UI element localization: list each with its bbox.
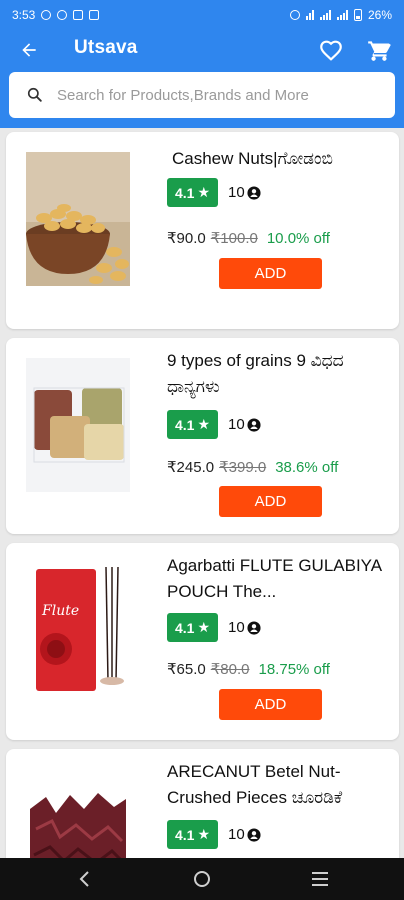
nav-home-icon[interactable] (192, 869, 212, 889)
image-brand-text: Flute (41, 603, 79, 619)
nav-recents-icon[interactable] (310, 870, 330, 888)
signal-icon-2 (336, 10, 348, 20)
rating-row: 4.1 ★ 10 (167, 613, 261, 642)
search-area (0, 70, 404, 128)
review-count: 10 (228, 416, 261, 433)
product-card[interactable]: ARECANUT Betel Nut- Crushed Pieces ಚೂರಡಿ… (6, 749, 399, 858)
price-row: ₹245.0 ₹399.0 38.6% off (167, 458, 338, 476)
product-card[interactable]: 9 types of grains 9 ವಿಧದ ಧಾನ್ಯಗಳು 4.1 ★ 1… (6, 338, 399, 534)
app-title: Utsava (74, 37, 138, 58)
nav-back-icon[interactable] (75, 869, 95, 889)
review-count: 10 (228, 619, 261, 636)
search-input[interactable] (57, 86, 357, 104)
message-icon (89, 10, 100, 20)
signal-icon (319, 10, 331, 20)
product-image-cashew[interactable] (26, 152, 130, 286)
price-row: ₹90.0 ₹100.0 10.0% off (167, 229, 330, 247)
wifi-icon (305, 10, 314, 20)
user-icon (247, 185, 261, 200)
rating-row: 4.1 ★ 10 (167, 820, 261, 849)
back-arrow-icon[interactable] (14, 36, 44, 64)
discount: 18.75% off (258, 661, 330, 678)
review-count: 10 (228, 826, 261, 843)
star-icon: ★ (197, 826, 211, 842)
price: ₹65.0 (167, 661, 206, 678)
heart-icon[interactable] (318, 37, 344, 63)
product-image-grains[interactable] (26, 358, 130, 492)
add-button[interactable]: ADD (219, 486, 322, 517)
status-bar: 3:53 26% (0, 0, 404, 30)
rating-badge: 4.1 ★ (167, 410, 218, 439)
discount: 38.6% off (275, 459, 339, 476)
rating-badge: 4.1 ★ (167, 613, 218, 642)
cart-icon[interactable] (366, 37, 392, 63)
add-button[interactable]: ADD (219, 689, 322, 720)
product-card[interactable]: Cashew Nuts|ಗೋಡಂಬಿ 4.1 ★ 10 ₹90.0 ₹100.0 … (6, 132, 399, 329)
original-price: ₹80.0 (210, 661, 250, 678)
product-name[interactable]: Cashew Nuts|ಗೋಡಂಬಿ (172, 146, 397, 172)
original-price: ₹399.0 (219, 459, 267, 476)
app-bar: Utsava (0, 30, 404, 70)
product-name[interactable]: 9 types of grains 9 ವಿಧದ ಧಾನ್ಯಗಳು (167, 348, 392, 400)
user-icon (247, 827, 261, 842)
review-count: 10 (228, 184, 261, 201)
discount: 10.0% off (266, 230, 330, 247)
product-list: Cashew Nuts|ಗೋಡಂಬಿ 4.1 ★ 10 ₹90.0 ₹100.0 … (0, 128, 404, 858)
star-icon: ★ (197, 184, 211, 200)
price: ₹245.0 (167, 459, 215, 476)
star-icon: ★ (197, 416, 211, 432)
price-row: ₹65.0 ₹80.0 18.75% off (167, 660, 330, 678)
rating-badge: 4.1 ★ (167, 178, 218, 207)
search-bar[interactable] (9, 72, 395, 118)
rating-row: 4.1 ★ 10 (167, 410, 261, 439)
linkedin-icon (73, 10, 84, 20)
system-nav-bar (0, 858, 404, 900)
product-name[interactable]: Agarbatti FLUTE GULABIYA POUCH The... (167, 553, 392, 605)
status-time: 3:53 (12, 8, 36, 22)
phone-icon (41, 10, 52, 20)
product-image-arecanut[interactable] (26, 769, 130, 858)
star-icon: ★ (197, 619, 211, 635)
product-name[interactable]: ARECANUT Betel Nut- Crushed Pieces ಚೂರಡಿ… (167, 759, 392, 811)
rating-row: 4.1 ★ 10 (167, 178, 261, 207)
search-icon (27, 87, 42, 102)
add-button[interactable]: ADD (219, 258, 322, 289)
rating-badge: 4.1 ★ (167, 820, 218, 849)
user-icon (247, 417, 261, 432)
battery-icon (353, 9, 362, 21)
original-price: ₹100.0 (210, 230, 258, 247)
whatsapp-icon (57, 10, 68, 20)
user-icon (247, 620, 261, 635)
battery-level: 26% (367, 8, 392, 22)
product-card[interactable]: Flute Agarbatti FLUTE GULABIYA POUCH The… (6, 543, 399, 740)
price: ₹90.0 (167, 230, 206, 247)
product-image-agarbatti[interactable]: Flute (26, 563, 130, 697)
hotspot-icon (289, 10, 300, 20)
